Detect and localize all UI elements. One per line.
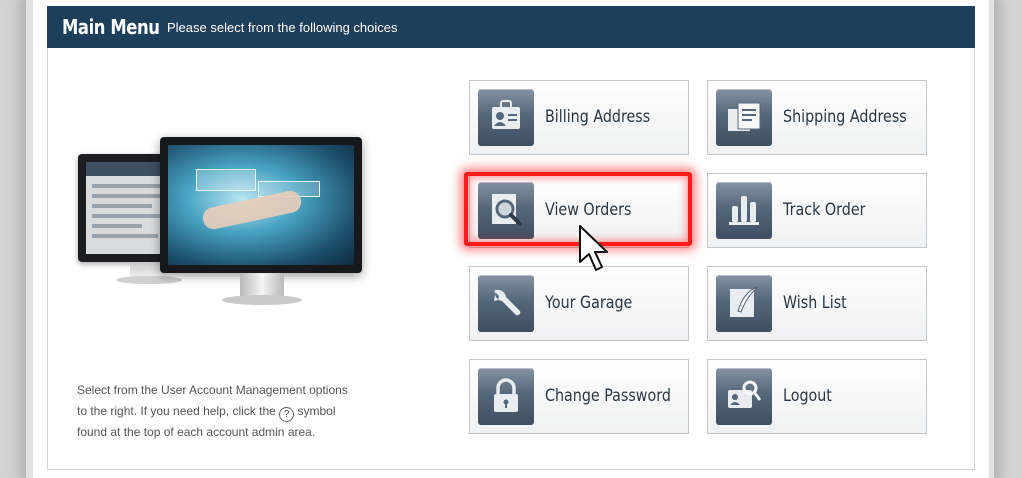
magnifier-document-icon bbox=[478, 182, 534, 239]
shipping-address-label: Shipping Address bbox=[783, 107, 907, 127]
logout-label: Logout bbox=[783, 386, 832, 406]
help-icon[interactable]: ? bbox=[279, 406, 295, 422]
wish-list-label: Wish List bbox=[783, 293, 847, 313]
change-password-button[interactable]: Change Password bbox=[469, 359, 689, 434]
wrench-icon bbox=[478, 275, 534, 332]
id-badge-icon bbox=[478, 89, 534, 146]
quill-note-icon bbox=[716, 275, 772, 332]
billing-address-button[interactable]: Billing Address bbox=[469, 80, 689, 155]
mouse-cursor-icon bbox=[579, 225, 608, 271]
page-subtitle: Please select from the following choices bbox=[167, 19, 398, 35]
change-password-label: Change Password bbox=[545, 386, 671, 406]
help-instructions: Select from the User Account Management … bbox=[77, 380, 357, 442]
bar-chart-icon bbox=[716, 182, 772, 239]
key-card-icon bbox=[716, 368, 772, 425]
page-title: Main Menu bbox=[62, 15, 160, 39]
logout-button[interactable]: Logout bbox=[707, 359, 927, 434]
your-garage-label: Your Garage bbox=[545, 293, 633, 313]
shipping-address-button[interactable]: Shipping Address bbox=[707, 80, 927, 155]
boxes-icon bbox=[716, 89, 772, 146]
track-order-button[interactable]: Track Order bbox=[707, 173, 927, 248]
wish-list-button[interactable]: Wish List bbox=[707, 266, 927, 341]
billing-address-label: Billing Address bbox=[545, 107, 651, 127]
padlock-icon bbox=[478, 368, 534, 425]
monitors-illustration bbox=[72, 132, 372, 322]
main-menu-header: Main Menu Please select from the followi… bbox=[47, 6, 975, 48]
track-order-label: Track Order bbox=[783, 200, 866, 220]
front-monitor bbox=[160, 137, 362, 273]
your-garage-button[interactable]: Your Garage bbox=[469, 266, 689, 341]
